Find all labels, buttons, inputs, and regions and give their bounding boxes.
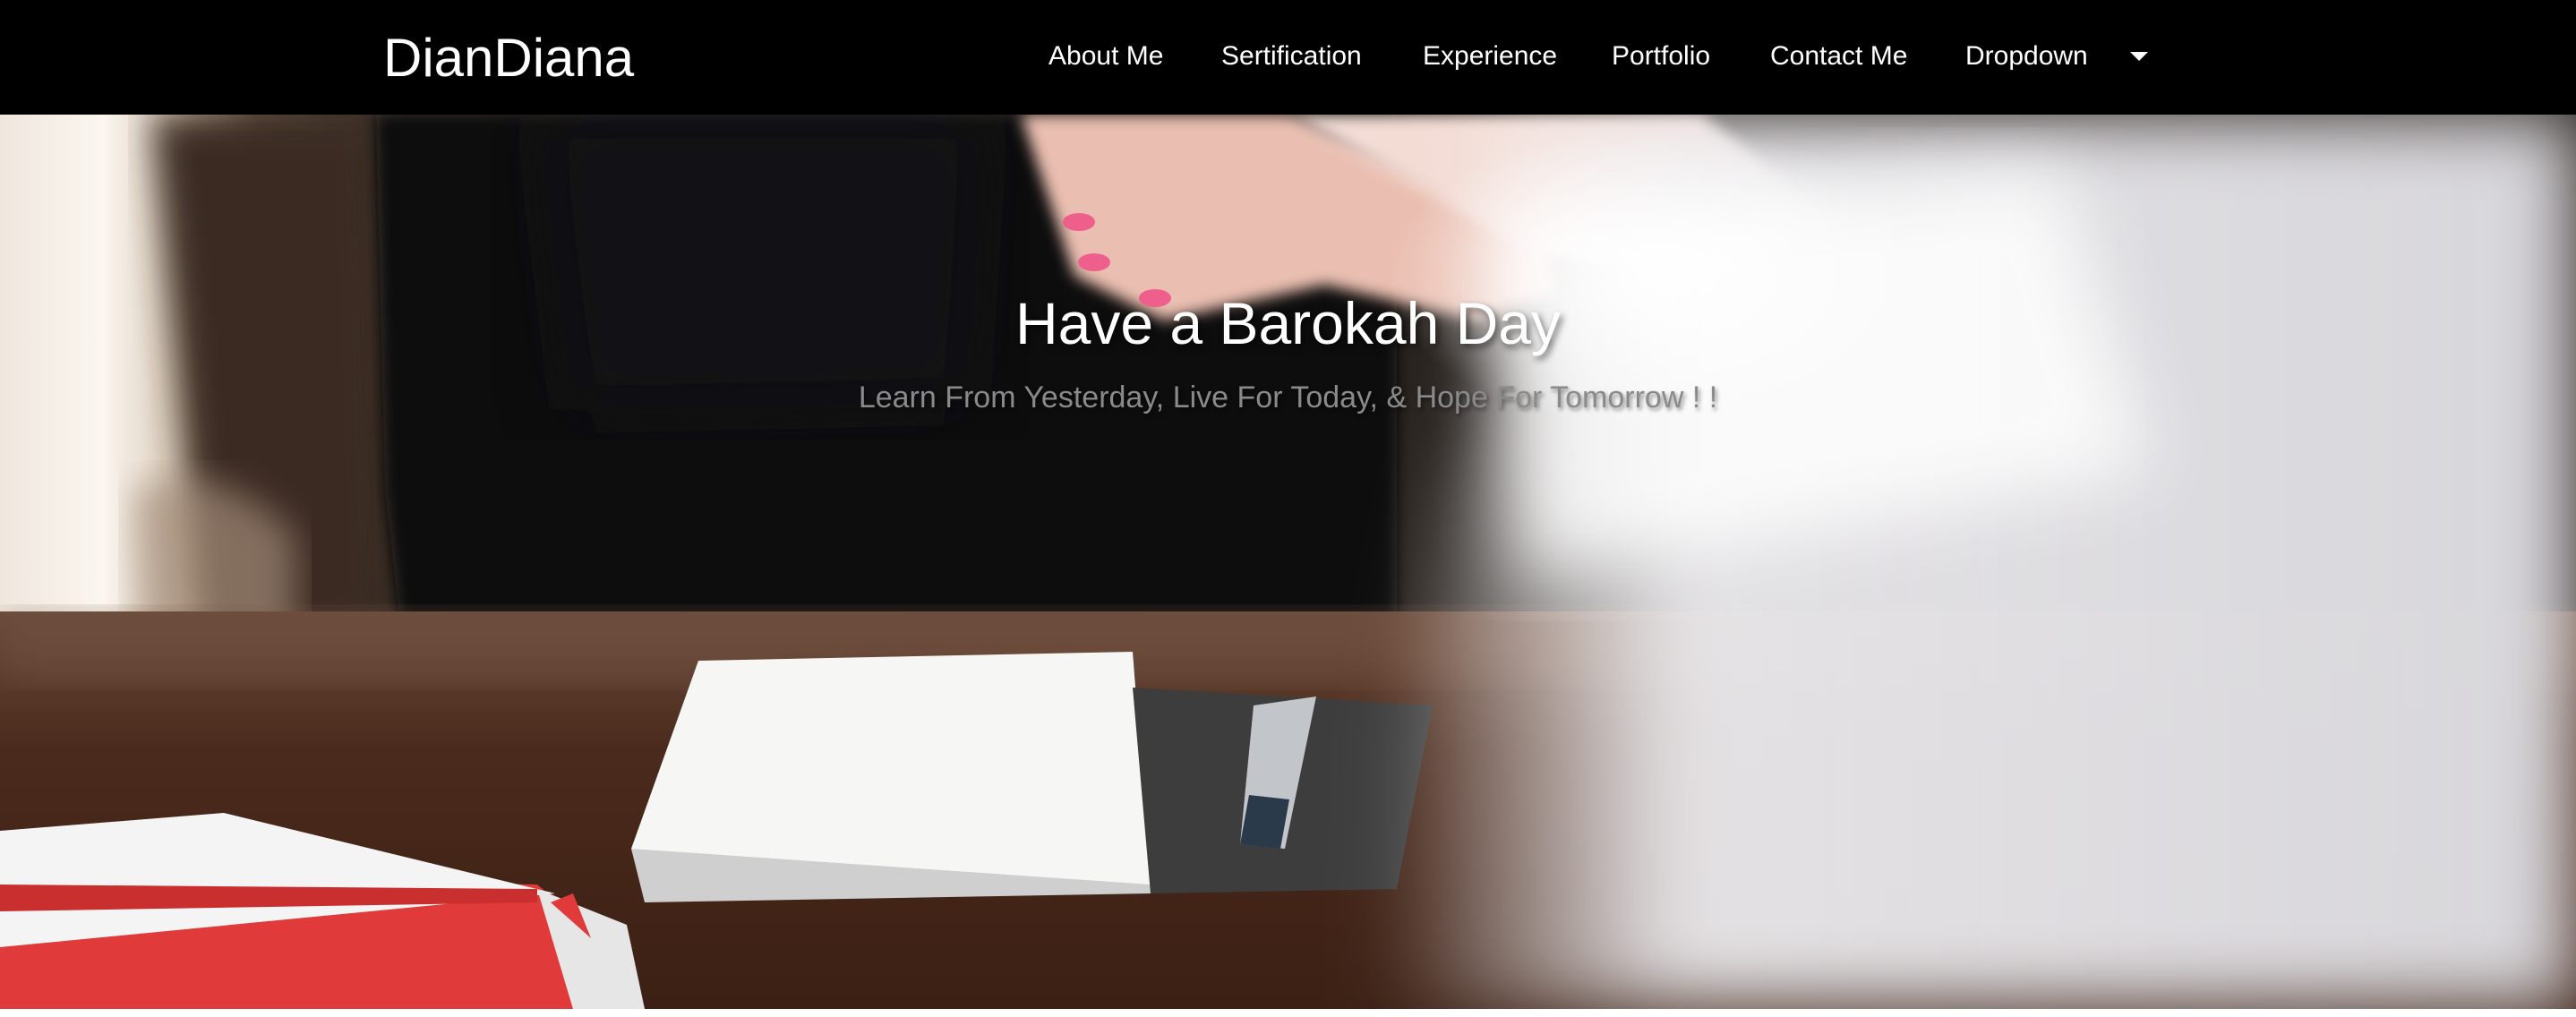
nav-contact-me[interactable]: Contact Me bbox=[1770, 38, 1907, 75]
nav-about-me[interactable]: About Me bbox=[1048, 38, 1163, 75]
hero-background-image bbox=[0, 115, 2576, 1009]
nav-portfolio[interactable]: Portfolio bbox=[1612, 38, 1710, 75]
nav-experience[interactable]: Experience bbox=[1423, 38, 1557, 75]
navbar: DianDiana About Me Sertification Experie… bbox=[0, 0, 2576, 115]
hero-title: Have a Barokah Day bbox=[1015, 290, 1561, 356]
nav-dropdown[interactable]: Dropdown bbox=[1965, 38, 2088, 75]
hero-banner: Have a Barokah Day Learn From Yesterday,… bbox=[0, 115, 2576, 1009]
hero-subtitle: Learn From Yesterday, Live For Today, & … bbox=[858, 380, 1718, 414]
brand-logo[interactable]: DianDiana bbox=[383, 27, 634, 90]
page-body-start bbox=[0, 1009, 2576, 1017]
nav-sertification[interactable]: Sertification bbox=[1221, 38, 1362, 75]
caret-down-icon[interactable] bbox=[2130, 52, 2148, 61]
